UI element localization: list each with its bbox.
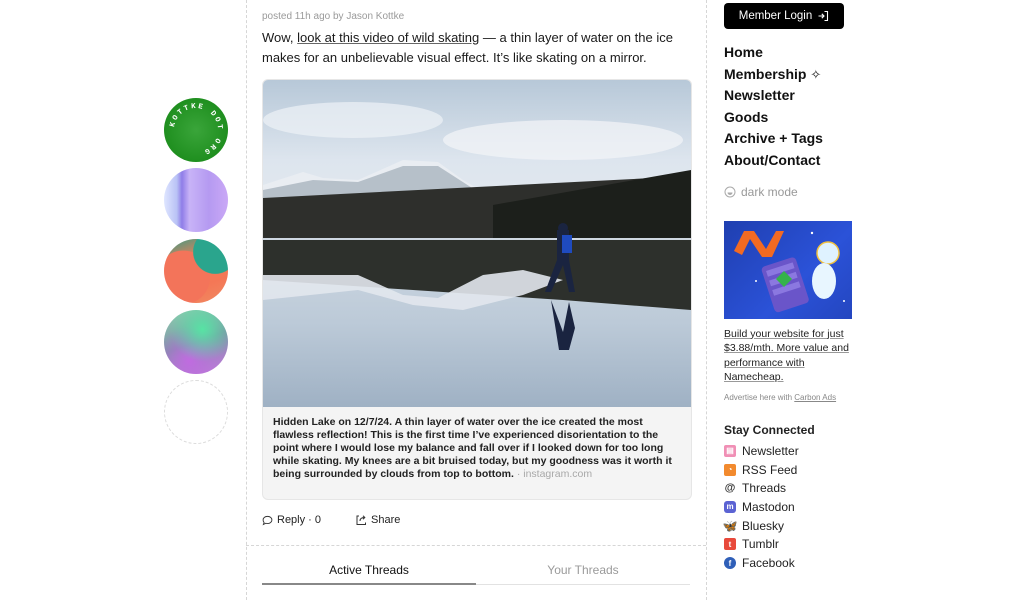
nav-membership-label: Membership [724,65,807,82]
caption-text: Hidden Lake on 12/7/24. A thin layer of … [273,416,672,480]
social-label: RSS Feed [742,462,798,477]
social-label: Tumblr [742,537,779,552]
smiley-icon [724,186,736,198]
post-meta: posted 11h ago by Jason Kottke [262,11,405,22]
facebook-icon: f [724,557,736,570]
tab-your-threads[interactable]: Your Threads [476,563,690,585]
left-column-divider [246,0,247,600]
tab-active-threads[interactable]: Active Threads [262,563,476,585]
social-rss[interactable]: ◔ RSS Feed [724,460,854,479]
share-button[interactable]: Share [355,514,400,526]
lede-text-prefix: Wow, [262,30,298,45]
nav-home[interactable]: Home [724,42,854,64]
member-login-button[interactable]: Member Login [724,3,844,29]
social-links: ▤ Newsletter ◔ RSS Feed @ Threads m Mastodon… [722,442,854,573]
sparkle-icon: ✧ [810,66,822,82]
nav-membership[interactable]: Membership ✧ [724,64,854,86]
social-bluesky[interactable]: 🦋 Bluesky [722,516,854,535]
share-icon [356,515,367,525]
dark-mode-label: dark mode [741,184,798,199]
theme-swatch-coral[interactable] [164,239,228,303]
svg-text:KOTTKE DOT ORG: KOTTKE DOT ORG [169,103,223,156]
dark-mode-toggle[interactable]: dark mode [724,185,854,199]
social-newsletter[interactable]: ▤ Newsletter [724,442,854,461]
mastodon-icon: m [724,500,736,513]
newsletter-icon: ▤ [724,444,736,457]
ad-footer-text: Advertise here with [724,392,795,402]
nav-newsletter[interactable]: Newsletter [724,85,854,107]
post: posted 11h ago by Jason Kottke Wow, look… [262,0,692,585]
kottke-logo-text: KOTTKE DOT ORG [169,103,223,156]
social-label: Newsletter [742,443,799,458]
social-label: Threads [742,481,787,496]
ad-copy: Build your website for just $3.88/mth. M… [724,327,849,384]
ad-image[interactable] [724,220,852,319]
theme-swatch-aurora[interactable] [164,310,228,374]
embed-caption: Hidden Lake on 12/7/24. A thin layer of … [263,407,691,490]
video-link[interactable]: look at this video of wild skating [297,30,479,45]
post-actions: Reply · 0 Share [262,514,400,526]
right-column-divider [706,0,707,600]
share-label: Share [371,514,401,526]
social-tumblr[interactable]: t Tumblr [724,535,854,554]
social-label: Bluesky [742,518,785,533]
carbon-ads-link[interactable]: Carbon Ads [794,393,836,402]
instagram-embed: Hidden Lake on 12/7/24. A thin layer of … [262,79,692,500]
lake-reflection-image [263,80,691,407]
reply-label: Reply · 0 [277,514,322,526]
reply-button[interactable]: Reply · 0 [262,514,321,526]
ad-text-link[interactable]: Build your website for just $3.88/mth. M… [724,327,854,385]
social-label: Mastodon [742,499,795,514]
thread-tabs: Active Threads Your Threads [262,563,690,585]
theme-swatch-empty[interactable] [164,380,228,444]
actions-divider [246,545,706,546]
namecheap-ad-illustration [734,230,845,312]
member-login-label: Member Login [738,10,813,22]
social-label: Facebook [742,556,795,571]
post-lede: Wow, look at this video of wild skating … [262,28,692,68]
nav-archive-tags[interactable]: Archive + Tags [724,128,854,150]
threads-icon: @ [724,482,736,495]
nav-about-contact[interactable]: About/Contact [724,150,854,172]
ad-footer: Advertise here with Carbon Ads [724,393,854,402]
stay-connected-heading: Stay Connected [724,422,815,437]
sidebar: Member Login Home Membership ✧ Newslette… [722,0,854,573]
nav-goods[interactable]: Goods [724,107,854,129]
rss-icon: ◔ [724,463,736,476]
tumblr-icon: t [724,538,736,551]
bluesky-icon: 🦋 [722,518,738,533]
login-icon [818,10,829,22]
main-nav: Home Membership ✧ Newsletter Goods Archi… [724,42,854,172]
caption-source-link[interactable]: · instagram.com [514,468,592,480]
skating-photo[interactable] [263,80,691,407]
social-threads[interactable]: @ Threads [724,479,854,498]
social-facebook[interactable]: f Facebook [724,554,854,573]
comment-icon [262,515,273,525]
theme-swatch-purple[interactable] [164,168,228,232]
kottke-logo[interactable]: KOTTKE DOT ORG [164,98,228,162]
social-mastodon[interactable]: m Mastodon [724,498,854,517]
